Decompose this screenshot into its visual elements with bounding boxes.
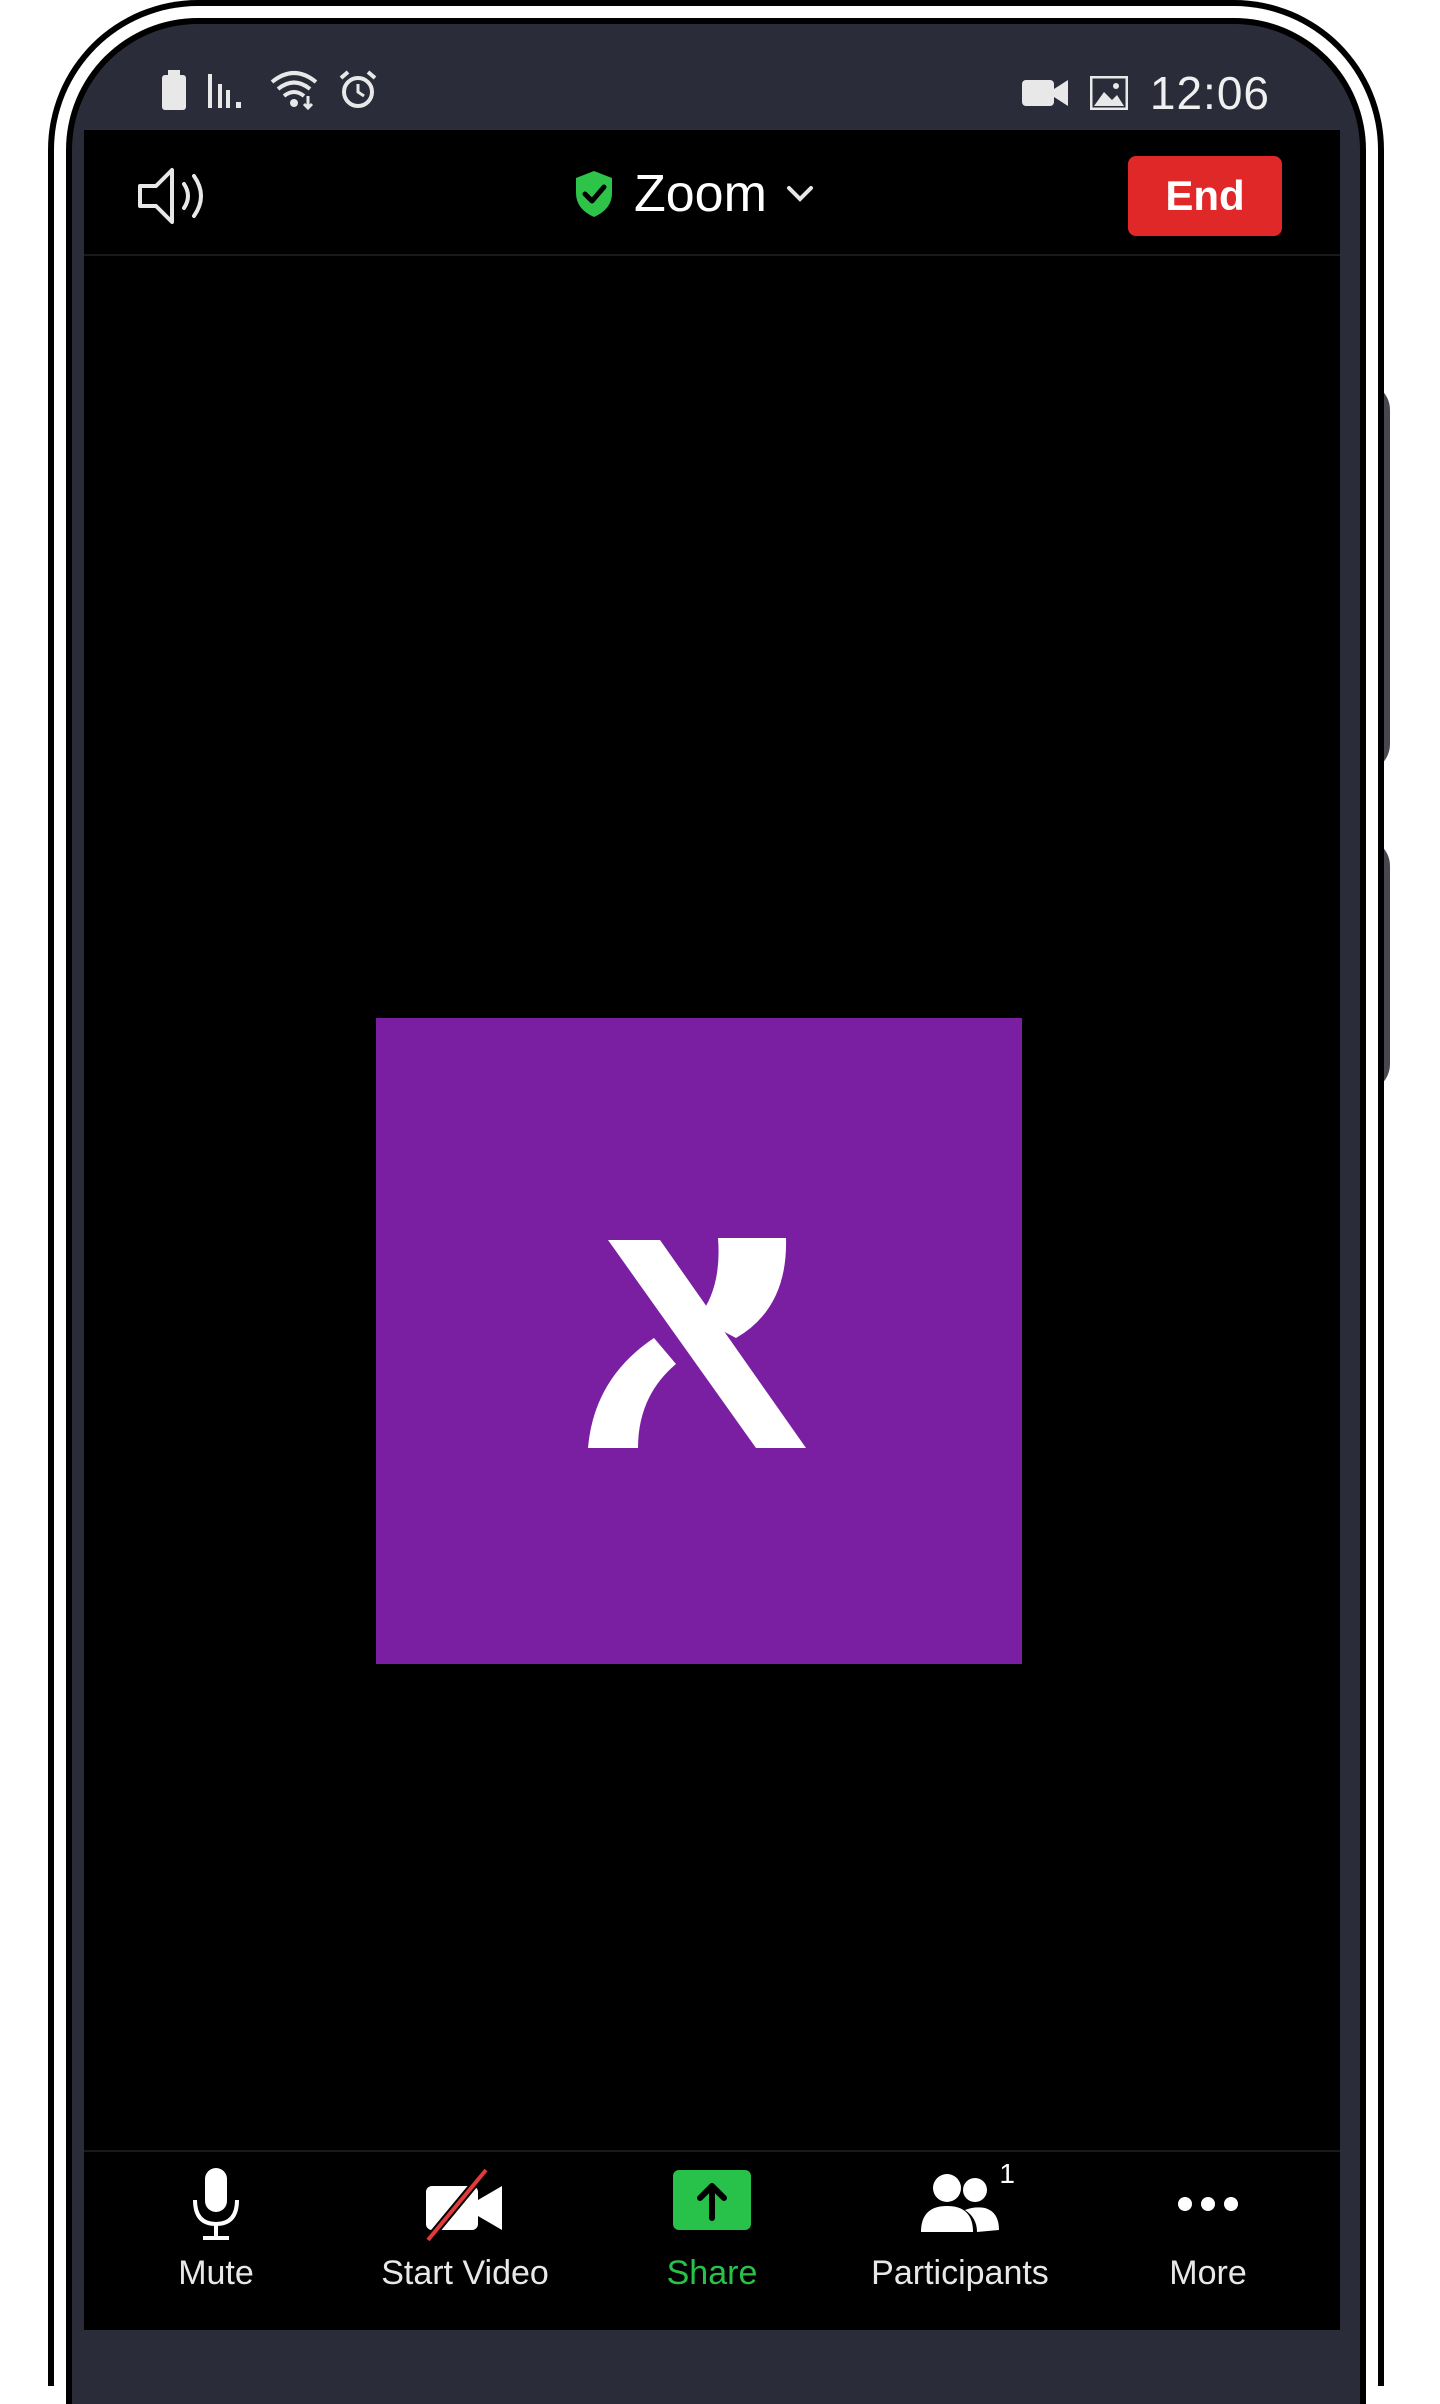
meeting-title-dropdown[interactable]: Zoom [572, 164, 815, 224]
chevron-down-icon [786, 186, 813, 202]
meeting-title: Zoom [634, 165, 767, 223]
status-bar: 12:06 [150, 62, 1270, 132]
speaker-icon[interactable] [136, 164, 216, 228]
participants-icon [921, 2174, 999, 2232]
mute-label: Mute [178, 2254, 254, 2292]
avatar-initial [588, 1238, 806, 1448]
status-time: 12:06 [1149, 67, 1270, 119]
alarm-icon [339, 70, 377, 108]
battery-icon [162, 70, 186, 110]
signal-icon [208, 74, 241, 108]
share-arrow-icon [673, 2170, 751, 2230]
microphone-icon [193, 2168, 239, 2240]
start-video-label: Start Video [381, 2254, 549, 2292]
participants-icon-wrap: 1 [915, 2158, 1015, 2242]
participants-button[interactable]: 1 Participants [860, 2158, 1060, 2298]
video-camera-icon [1021, 80, 1068, 106]
start-video-button[interactable]: Start Video [365, 2166, 565, 2298]
shield-check-icon [576, 171, 612, 217]
image-icon [1089, 76, 1128, 110]
more-label: More [1169, 2254, 1247, 2292]
share-label: Share [666, 2254, 758, 2292]
more-button[interactable]: More [1108, 2166, 1308, 2298]
participant-avatar [376, 1018, 1022, 1664]
meeting-toolbar: Mute Start Video Share 1 Participants Mo… [84, 2150, 1340, 2298]
video-off-icon [424, 2167, 502, 2242]
wifi-icon [270, 71, 318, 110]
meeting-header: Zoom End [84, 130, 1340, 256]
more-dots-icon [1178, 2197, 1238, 2211]
participants-count: 1 [999, 2158, 1015, 2189]
end-meeting-button[interactable]: End [1128, 156, 1282, 236]
mute-button[interactable]: Mute [116, 2166, 316, 2298]
share-button[interactable]: Share [612, 2166, 812, 2298]
participants-label: Participants [871, 2254, 1049, 2292]
